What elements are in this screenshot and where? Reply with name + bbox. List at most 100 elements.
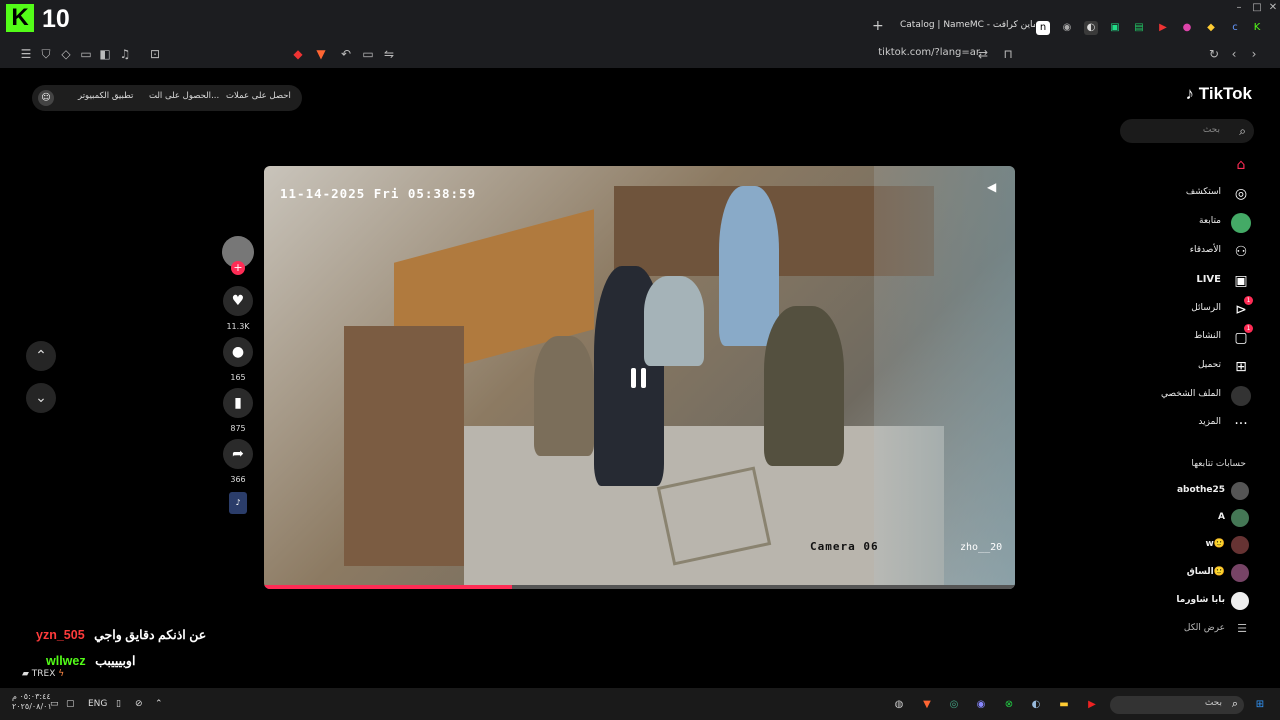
pc-app-link[interactable]: تطبيق الكمبيوتر xyxy=(78,91,133,101)
rewind-icon[interactable]: ↶ xyxy=(338,46,354,62)
chat-message: yzn_505 عن اذنكم دقايق واجي xyxy=(36,627,206,642)
viewer-count: 10 xyxy=(42,5,70,33)
see-all-link[interactable]: عرض الكل ☰ xyxy=(1150,619,1255,639)
windows-start-icon[interactable]: ⊞ xyxy=(1251,696,1269,714)
search-icon[interactable]: ⌕ xyxy=(1239,124,1246,139)
active-tab-title[interactable]: Catalog | NameMC - جلود ماين كرافت xyxy=(900,20,1035,36)
language-indicator[interactable]: ENG xyxy=(88,699,107,709)
nav-profile[interactable]: الملف الشخصي xyxy=(1140,385,1255,407)
nav-live[interactable]: LIVE ▣ xyxy=(1140,270,1255,292)
following-header: حسابات تتابعها xyxy=(1191,459,1246,469)
avatar-icon[interactable]: ☺ xyxy=(38,90,54,106)
get-app-link[interactable]: الحصول على الت... xyxy=(149,91,219,101)
tab-icon[interactable]: ◆ xyxy=(1204,21,1218,35)
brave-icon[interactable]: ▼ xyxy=(918,696,936,714)
translate-icon[interactable]: ⇋ xyxy=(381,46,397,62)
site-settings-icon[interactable]: ⇄ xyxy=(975,46,991,62)
new-tab-button[interactable]: + xyxy=(872,18,884,34)
chrome-icon[interactable]: ◎ xyxy=(945,696,963,714)
following-account[interactable]: بابا شاورما xyxy=(1150,591,1255,611)
nav-friends[interactable]: الأصدقاء ⚇ xyxy=(1140,241,1255,263)
pin-icon[interactable]: ◇ xyxy=(58,46,74,62)
extension-icon[interactable]: ◆ xyxy=(290,46,306,62)
back-icon[interactable]: › xyxy=(1246,46,1262,62)
bookmark-button[interactable]: ▮ 875 xyxy=(222,388,254,433)
following-account[interactable]: w🙂 xyxy=(1150,535,1255,555)
video-player[interactable]: 11-14-2025 Fri 05:38:59 Camera 06 zho__2… xyxy=(264,166,1015,589)
network-icon[interactable]: ⊘ xyxy=(135,699,143,709)
namemc-tab-icon[interactable]: n xyxy=(1036,21,1050,35)
menu-icon[interactable]: ☰ xyxy=(18,46,34,62)
nav-label: متابعة xyxy=(1199,216,1221,226)
close-icon[interactable]: ✕ xyxy=(1266,2,1280,14)
chat-message: wllwez اوبيييبب xyxy=(46,653,135,668)
discord-icon[interactable]: ◉ xyxy=(972,696,990,714)
activity-badge: 1 xyxy=(1244,324,1253,333)
youtube-icon[interactable]: ▶ xyxy=(1083,696,1101,714)
search-input[interactable]: بحث ⌕ xyxy=(1120,119,1254,143)
sidebar-icon[interactable]: ◧ xyxy=(97,46,113,62)
taskbar-search-input[interactable]: بحث ⌕ xyxy=(1110,696,1244,714)
steam-icon[interactable]: ◐ xyxy=(1027,696,1045,714)
taskbar-app-icon[interactable]: ◍ xyxy=(890,696,908,714)
tab-icon[interactable]: ▤ xyxy=(1132,21,1146,35)
profile-icon xyxy=(1231,386,1251,406)
tab-icon[interactable]: ◐ xyxy=(1084,21,1098,35)
tab-icon[interactable]: c xyxy=(1228,21,1242,35)
stream-logo: K 10 xyxy=(6,4,76,34)
minimize-icon[interactable]: – xyxy=(1232,2,1246,14)
pause-icon[interactable] xyxy=(630,368,648,388)
nav-activity[interactable]: النشاط ▢ 1 xyxy=(1140,324,1255,349)
file-explorer-icon[interactable]: ▬ xyxy=(1055,696,1073,714)
nav-messages[interactable]: الرسائل ⊳ 1 xyxy=(1140,296,1255,321)
microphone-icon[interactable]: ▯ xyxy=(116,699,121,709)
nav-explore[interactable]: استكشف ◎ xyxy=(1140,183,1255,205)
bookmark-icon[interactable]: ⊓ xyxy=(1000,46,1016,62)
music-icon[interactable]: ♫ xyxy=(117,46,133,62)
tiktok-logo[interactable]: ♪ TikTok xyxy=(1170,84,1252,108)
comment-button[interactable]: ● 165 xyxy=(222,337,254,382)
share-icon: ➦ xyxy=(223,439,253,469)
get-coins-link[interactable]: احصل على عملات xyxy=(226,91,291,101)
music-disc-icon[interactable]: ♪ xyxy=(229,492,247,514)
home-icon: ⌂ xyxy=(1236,157,1246,173)
cast-icon[interactable]: ▭ xyxy=(360,46,376,62)
like-button[interactable]: ♥ 11.3K xyxy=(222,286,254,331)
tabs-icon[interactable]: ▭ xyxy=(78,46,94,62)
reload-icon[interactable]: ↻ xyxy=(1206,46,1222,62)
tray-expand-icon[interactable]: ⌃ xyxy=(155,699,163,709)
next-video-button[interactable]: ⌄ xyxy=(26,383,56,413)
video-progress-bar[interactable] xyxy=(264,585,1015,589)
scene-person xyxy=(644,276,704,366)
account-name: بابا شاورما xyxy=(1176,595,1225,605)
nav-following[interactable]: متابعة xyxy=(1140,212,1255,234)
more-icon: ··· xyxy=(1234,416,1248,432)
account-name: w🙂 xyxy=(1205,539,1225,549)
follow-button[interactable]: + xyxy=(231,261,245,275)
nav-more[interactable]: المزيد ··· xyxy=(1140,413,1255,435)
tab-icon[interactable]: ● xyxy=(1180,21,1194,35)
youtube-tab-icon[interactable]: ▶ xyxy=(1156,21,1170,35)
display-icon[interactable]: ▢ xyxy=(66,699,75,709)
following-account[interactable]: A xyxy=(1150,508,1255,528)
xbox-icon[interactable]: ⊗ xyxy=(1000,696,1018,714)
maximize-icon[interactable]: □ xyxy=(1250,2,1264,14)
kick-tab-icon[interactable]: K xyxy=(1250,21,1264,35)
screenshot-icon[interactable]: ⊡ xyxy=(147,46,163,62)
brave-shield-icon[interactable]: ▼ xyxy=(313,46,329,62)
mute-icon[interactable]: ◀ xyxy=(987,180,996,194)
shield-icon[interactable]: ⛉ xyxy=(38,46,54,62)
nav-home[interactable]: ⌂ xyxy=(1140,154,1255,176)
nav-upload[interactable]: تحميل ⊞ xyxy=(1140,356,1255,378)
tab-icon[interactable]: ▣ xyxy=(1108,21,1122,35)
see-all-label: عرض الكل xyxy=(1183,623,1225,633)
forward-icon[interactable]: ‹ xyxy=(1226,46,1242,62)
tab-icon[interactable]: ◉ xyxy=(1060,21,1074,35)
clock[interactable]: ٠٥:٠٣:٤٤ م ٢٠٢٥/٠٨/٠١ xyxy=(12,692,52,712)
share-button[interactable]: ➦ 366 xyxy=(222,439,254,484)
notification-icon[interactable]: ▭ xyxy=(50,699,59,709)
following-account[interactable]: abothe25 xyxy=(1150,481,1255,501)
following-account[interactable]: الساق🙂 xyxy=(1150,563,1255,583)
address-bar[interactable]: tiktok.com/?lang=ar xyxy=(870,47,980,61)
previous-video-button[interactable]: ⌃ xyxy=(26,341,56,371)
